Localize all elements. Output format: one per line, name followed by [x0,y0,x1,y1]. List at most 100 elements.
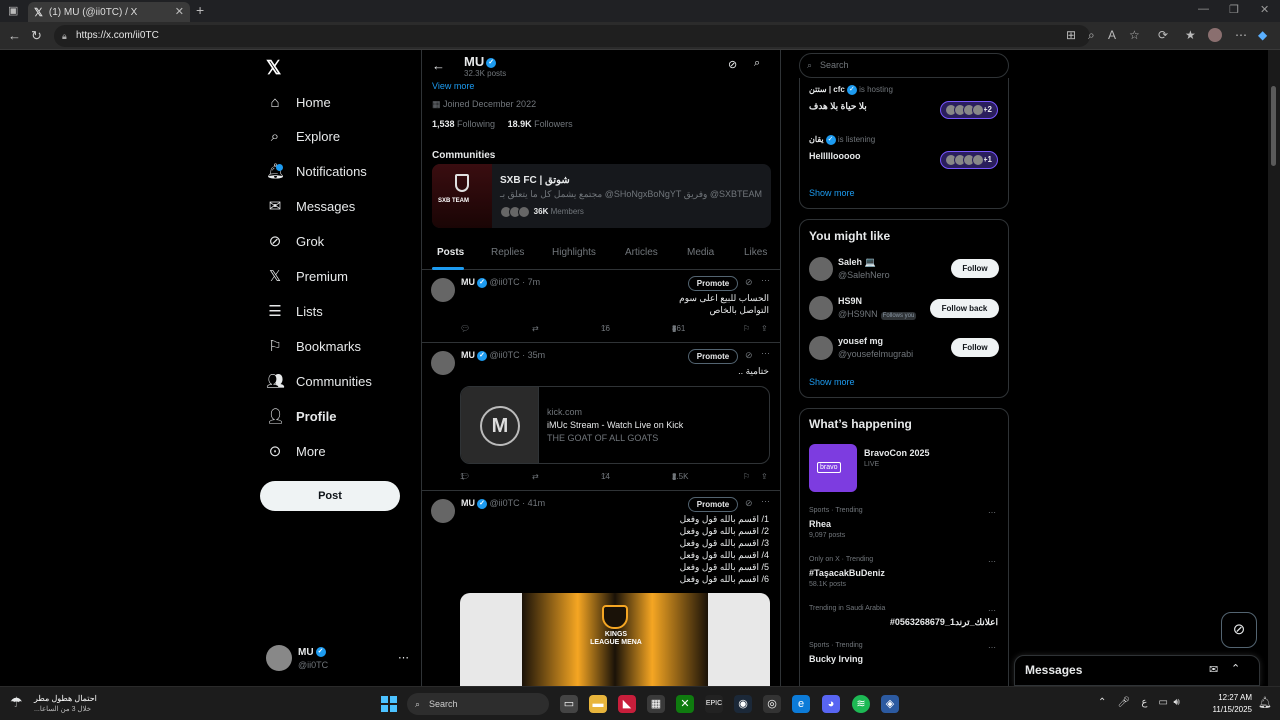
close-tab-icon[interactable]: ✕ [175,5,184,18]
grok-icon[interactable]: ⊘ [745,277,753,288]
browser-app-icon[interactable]: ◎ [763,695,781,713]
more-dots-icon[interactable]: ⋯ [761,496,770,507]
nav-profile[interactable]: 👤︎ Profile [266,403,336,429]
post-button[interactable]: Post [260,481,400,511]
network-icon[interactable]: ▭ [1158,697,1167,708]
share-icon[interactable]: ⇪ [761,472,768,481]
space-host[interactable]: ستتن | cfc [809,85,845,94]
store-icon[interactable]: ▦ [647,695,665,713]
app-shield-icon[interactable]: ◈ [881,695,899,713]
nav-communities[interactable]: 👥︎ Communities [266,368,372,394]
taskbar-search[interactable]: ⌕ Search [407,693,549,715]
space-host[interactable]: يقان [809,135,824,144]
post-image[interactable]: KINGS LEAGUE MENA [460,593,770,686]
repost-icon[interactable]: ⇄ [532,472,539,481]
input-language[interactable]: ع [1141,697,1147,708]
zoom-icon[interactable]: ⌕ [1088,28,1095,43]
nav-messages[interactable]: ✉ Messages [266,193,356,219]
trend-name[interactable]: #اعلانك_ترند1_0563268679 [890,617,998,628]
grok-icon[interactable]: ⊘ [745,350,753,361]
browser-menu-icon[interactable]: ⋯ [1235,28,1247,42]
account-switcher[interactable]: MU ✓ @ii0TC ⋯ [266,645,411,673]
new-message-icon[interactable]: ✉ [1209,663,1218,676]
wtf-name[interactable]: HS9N [838,296,862,306]
steam-icon[interactable]: ◉ [734,695,752,713]
copilot-icon[interactable]: ◆ [1258,28,1267,42]
wtf-show-more[interactable]: Show more [809,377,855,387]
space-listeners-pill[interactable]: +2 [940,101,998,119]
wtf-name[interactable]: Saleh 💻 [838,257,876,268]
weather-widget[interactable]: ☂ احتمال هطول مطر خلال 3 من الساعا... [10,692,120,716]
trend-name[interactable]: Rhea [809,519,831,529]
close-window-icon[interactable]: ✕ [1260,3,1269,16]
author-name[interactable]: MU [461,277,475,287]
post-time[interactable]: 35m [528,350,546,360]
tab-articles[interactable]: Articles [625,247,658,258]
space-listeners-pill[interactable]: +1 [940,151,998,169]
edge-icon[interactable]: e [792,695,810,713]
volume-icon[interactable]: 🔊︎ [1173,697,1179,708]
author-name[interactable]: MU [461,350,475,360]
tab-replies[interactable]: Replies [491,247,524,258]
more-dots-icon[interactable]: ⋯ [988,557,996,566]
refresh-icon[interactable]: ↻ [31,28,42,44]
read-aloud-icon[interactable]: A [1108,28,1116,42]
grok-floating-button[interactable]: ⊘ [1221,612,1257,648]
spaces-show-more[interactable]: Show more [809,188,855,198]
app-available-icon[interactable]: ⊞ [1066,28,1076,42]
back-arrow-icon[interactable]: ← [432,58,445,73]
event-title[interactable]: BravoCon 2025 [864,448,930,458]
bookmark-icon[interactable]: ⚐ [743,472,750,481]
site-info-icon[interactable]: 🔒︎ [62,25,67,47]
more-dots-icon[interactable]: ⋯ [988,606,996,615]
xbox-icon[interactable]: ✕ [676,695,694,713]
nav-more[interactable]: ⊙ More [266,438,326,464]
browser-tab[interactable]: 𝕏 (1) MU (@ii0TC) / X ✕ [28,2,190,22]
promote-button[interactable]: Promote [688,276,738,291]
notifications-icon[interactable]: 🔔︎ [1258,696,1272,709]
favorites-icon[interactable]: ★ [1185,28,1196,42]
trend-name[interactable]: #TaşacakBuDeniz [809,568,885,578]
task-view-icon[interactable]: ▭ [560,695,578,713]
tab-highlights[interactable]: Highlights [552,247,596,258]
following-link[interactable]: 1,538 Following [432,119,495,129]
share-icon[interactable]: ⇪ [761,324,768,333]
url-field[interactable]: 🔒︎ https://x.com/ii0TC [54,25,1090,47]
follow-back-button[interactable]: Follow back [930,299,999,318]
link-card[interactable]: M kick.com iMUc Stream - Watch Live on K… [460,386,770,464]
more-dots-icon[interactable]: ⋯ [398,651,409,664]
post[interactable]: MU ✓ @ii0TC · 41m Promote ⊘ ⋯ 1/ اقسم بال… [422,491,780,686]
repost-icon[interactable]: ⇄ [532,324,539,333]
more-dots-icon[interactable]: ⋯ [988,643,996,652]
event-thumbnail[interactable]: bravo [809,444,857,492]
messages-dock[interactable]: Messages ✉ ⌃ [1014,655,1260,686]
space-title[interactable]: بلا حياة بلا هدف [809,101,867,112]
follow-button[interactable]: Follow [951,259,999,278]
space-title[interactable]: Helllllooooo [809,151,861,161]
wtf-name[interactable]: yousef mg [838,336,883,346]
taskbar-clock[interactable]: 12:27 AM 11/15/2025 [1208,692,1252,716]
search-input[interactable]: ⌕ Search [799,53,1009,78]
nav-grok[interactable]: ⊘ Grok [266,228,324,254]
nav-notifications[interactable]: 🔔︎ Notifications [266,158,367,184]
nav-explore[interactable]: ⌕ Explore [266,123,340,149]
more-dots-icon[interactable]: ⋯ [761,348,770,359]
favorite-star-icon[interactable]: ☆ [1129,28,1140,42]
nav-home[interactable]: ⌂ Home [266,89,330,115]
post[interactable]: MU ✓ @ii0TC · 7m Promote ⊘ ⋯ الحساب للبيع… [422,270,780,343]
avatar[interactable] [431,499,455,523]
follow-button[interactable]: Follow [951,338,999,357]
community-card[interactable]: SXB TEAM SXB FC | شوتق مجتمع يشمل كل ما … [432,164,771,228]
view-more-link[interactable]: View more [432,81,474,91]
tray-expand-icon[interactable]: ⌃ [1098,697,1106,708]
page-scrollbar[interactable] [1268,50,1280,686]
amd-icon[interactable]: ◣ [618,695,636,713]
avatar[interactable] [809,257,833,281]
tab-actions-icon[interactable]: ▣ [8,4,18,17]
post-time[interactable]: 41m [528,498,546,508]
x-logo-icon[interactable]: 𝕏 [266,57,281,80]
more-dots-icon[interactable]: ⋯ [761,275,770,286]
microphone-icon[interactable]: 🎤︎ [1118,697,1131,708]
avatar[interactable] [809,336,833,360]
nav-lists[interactable]: ☰ Lists [266,298,322,324]
